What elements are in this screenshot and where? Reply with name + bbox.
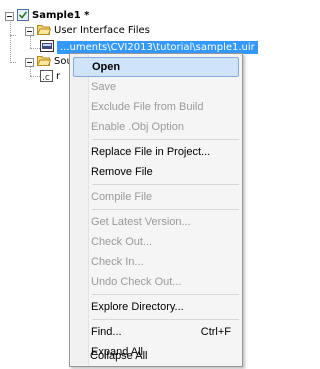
project-icon xyxy=(17,8,29,24)
svg-text:.c: .c xyxy=(42,73,50,82)
menu-item-exclude-from-build[interactable]: Exclude File from Build xyxy=(73,97,239,117)
collapse-toggle[interactable] xyxy=(25,26,34,36)
menu-item-label: Undo Check Out... xyxy=(91,276,182,288)
tree-connector xyxy=(30,76,40,77)
menu-item-label: Collapse All xyxy=(90,350,148,362)
folder-label: User Interface Files xyxy=(54,25,150,36)
menu-item-replace-file[interactable]: Replace File in Project... xyxy=(73,142,239,162)
c-file-icon: .c xyxy=(40,69,53,85)
menu-item-undo-check-out[interactable]: Undo Check Out... xyxy=(73,272,239,292)
menu-item-label: Check Out... xyxy=(91,236,153,248)
menu-separator xyxy=(92,209,239,210)
menu-item-label: Enable .Obj Option xyxy=(91,121,184,133)
menu-item-shortcut: Ctrl+F xyxy=(200,326,231,338)
menu-item-label: Get Latest Version... xyxy=(91,216,191,228)
menu-item-label: Explore Directory... xyxy=(91,301,184,313)
c-file-label: r xyxy=(56,71,61,82)
tree-connector xyxy=(10,35,16,36)
menu-item-collapse-all[interactable]: Collapse All xyxy=(72,347,240,365)
menu-item-find[interactable]: Find... Ctrl+F xyxy=(73,322,239,342)
menu-item-label: Check In... xyxy=(91,256,144,268)
menu-item-label: Exclude File from Build xyxy=(91,101,204,113)
menu-separator xyxy=(92,139,239,140)
menu-item-explore-directory[interactable]: Explore Directory... xyxy=(73,297,239,317)
tree-folder-source-files[interactable]: Sou xyxy=(5,55,73,69)
tree-file-uir[interactable]: ...uments\CVI2013\tutorial\sample1.uir xyxy=(40,39,258,55)
menu-separator xyxy=(92,294,239,295)
menu-item-get-latest-version[interactable]: Get Latest Version... xyxy=(73,212,239,232)
tree-connector xyxy=(30,48,40,49)
menu-item-save[interactable]: Save xyxy=(73,77,239,97)
project-name: Sample1 * xyxy=(32,10,90,21)
menu-item-check-in[interactable]: Check In... xyxy=(73,252,239,272)
menu-item-label: Open xyxy=(92,61,121,73)
folder-open-icon xyxy=(36,24,52,38)
menu-item-label: Compile File xyxy=(91,191,153,203)
menu-item-enable-obj-option[interactable]: Enable .Obj Option xyxy=(73,117,239,137)
menu-item-label: Find... xyxy=(91,326,122,338)
menu-item-label: Save xyxy=(91,81,117,93)
menu-separator xyxy=(92,319,239,320)
tree-folder-user-interface-files[interactable]: User Interface Files xyxy=(25,24,150,38)
menu-item-compile-file[interactable]: Compile File xyxy=(73,187,239,207)
uir-file-label: ...uments\CVI2013\tutorial\sample1.uir xyxy=(57,40,258,54)
menu-item-check-out[interactable]: Check Out... xyxy=(73,232,239,252)
menu-item-remove-file[interactable]: Remove File xyxy=(73,162,239,182)
context-menu: Open Save Exclude File from Build Enable… xyxy=(69,53,243,367)
menu-item-open[interactable]: Open xyxy=(73,57,239,77)
menu-separator xyxy=(92,184,239,185)
collapse-toggle[interactable] xyxy=(5,11,14,21)
tree-root-node[interactable]: Sample1 * xyxy=(5,8,90,24)
collapse-toggle[interactable] xyxy=(25,57,34,67)
uir-file-icon xyxy=(40,39,54,55)
tree-file-c[interactable]: .c r xyxy=(40,69,61,85)
folder-open-icon xyxy=(36,55,52,69)
menu-item-label: Remove File xyxy=(91,166,153,178)
menu-item-label: Replace File in Project... xyxy=(91,146,211,158)
